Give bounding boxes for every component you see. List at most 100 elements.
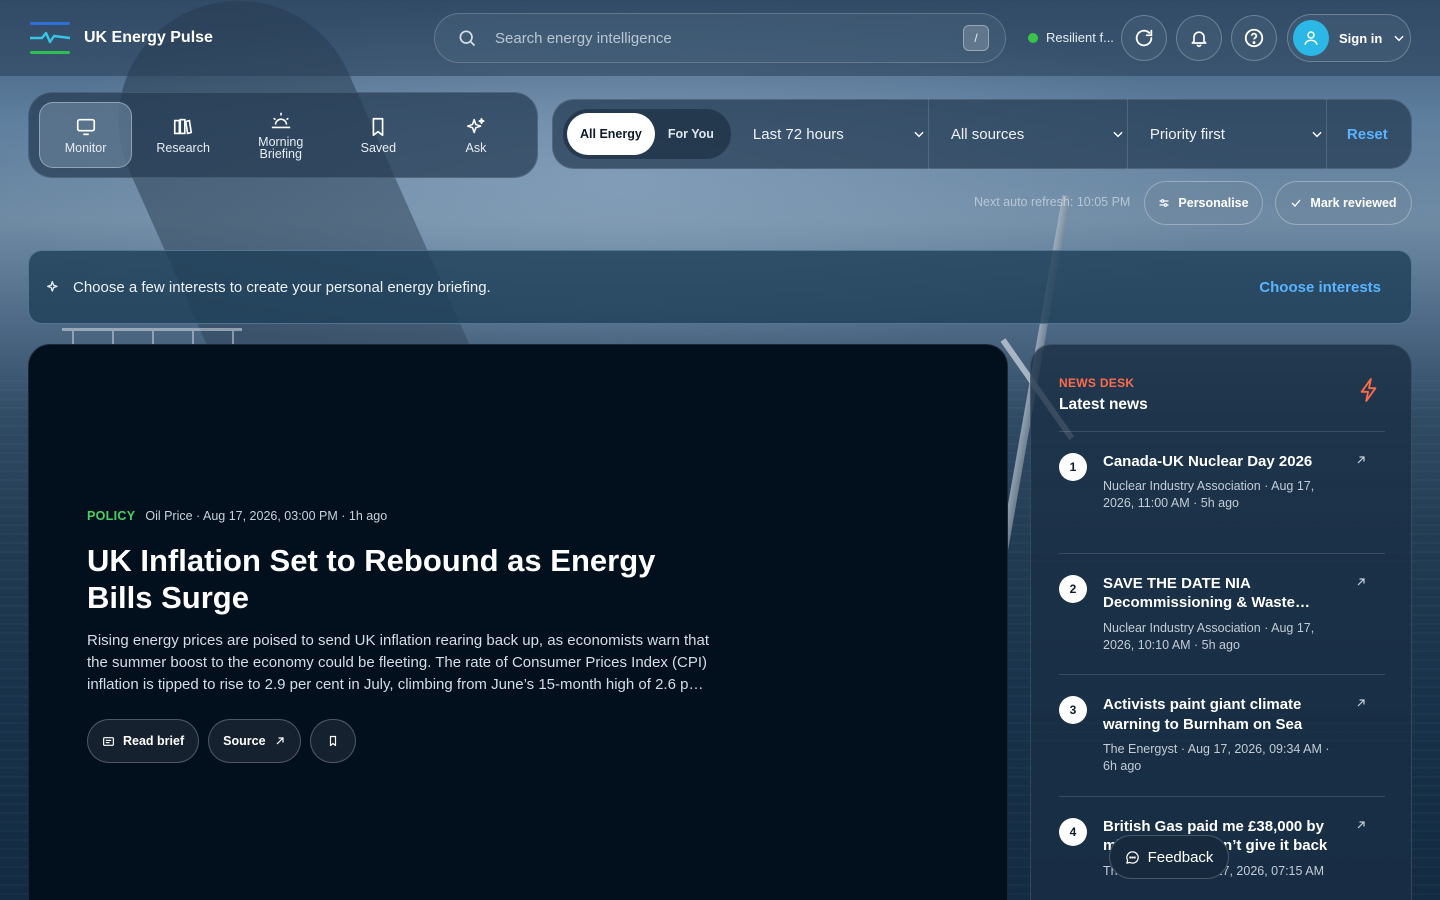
story-summary: Rising energy prices are poised to send … <box>87 632 709 693</box>
mode-research[interactable]: Research <box>137 102 230 168</box>
sign-in-button[interactable]: Sign in <box>1287 14 1411 62</box>
sign-in-label: Sign in <box>1339 30 1383 46</box>
refresh-button[interactable] <box>1121 15 1167 61</box>
sort-select[interactable]: Priority first <box>1128 99 1327 169</box>
bell-icon <box>1189 28 1209 48</box>
chevron-down-icon <box>912 127 926 141</box>
mode-label: Morning Briefing <box>258 134 304 161</box>
list-item[interactable]: 2 SAVE THE DATE NIA Decommissioning & Wa… <box>1059 552 1385 675</box>
story-title[interactable]: UK Inflation Set to Rebound as Energy Bi… <box>87 543 727 616</box>
search-bar[interactable]: / <box>434 13 1006 63</box>
item-number: 3 <box>1059 696 1087 724</box>
source-button[interactable]: Source <box>208 719 301 763</box>
item-meta: Nuclear Industry Association · Aug 17, 2… <box>1103 620 1315 652</box>
story-meta: POLICY Oil Price · Aug 17, 2026, 03:00 P… <box>87 509 387 523</box>
chevron-down-icon <box>1392 31 1406 45</box>
notifications-button[interactable] <box>1176 15 1222 61</box>
chevron-down-icon <box>1310 127 1324 141</box>
reset-filters-button[interactable]: Reset <box>1347 126 1388 143</box>
bookmark-icon <box>367 116 389 138</box>
item-number: 4 <box>1059 817 1087 846</box>
refresh-icon <box>1133 27 1155 49</box>
books-icon <box>172 116 194 138</box>
story-actions: Read brief Source <box>87 719 356 763</box>
search-icon <box>457 28 477 48</box>
personalise-label: Personalise <box>1178 196 1249 210</box>
item-title[interactable]: Canada-UK Nuclear Day 2026 <box>1103 452 1343 472</box>
sunrise-icon <box>269 110 293 132</box>
top-bar: UK Energy Pulse / Resilient f... Sign in <box>0 0 1440 76</box>
monitor-icon <box>75 116 97 138</box>
list-item[interactable]: 3 Activists paint giant climate warning … <box>1059 674 1385 796</box>
external-link-icon[interactable] <box>1355 454 1367 466</box>
bookmark-icon <box>327 735 339 747</box>
feedback-button[interactable]: Feedback <box>1109 835 1229 879</box>
feedback-label: Feedback <box>1147 848 1214 866</box>
news-desk-panel: NEWS DESK Latest news 1 Canada-UK Nuclea… <box>1030 344 1412 900</box>
mode-saved[interactable]: Saved <box>332 102 425 168</box>
bookmark-button[interactable] <box>309 719 356 763</box>
news-list: 1 Canada-UK Nuclear Day 2026 Nuclear Ind… <box>1059 431 1385 900</box>
category-tag: POLICY <box>87 509 136 523</box>
item-title[interactable]: SAVE THE DATE NIA Decommissioning & Wast… <box>1103 574 1343 613</box>
time-range-select[interactable]: Last 72 hours <box>731 99 929 169</box>
mode-label: Ask <box>465 140 487 155</box>
help-button[interactable] <box>1231 15 1277 61</box>
item-meta: Nuclear Industry Association · Aug 17, 2… <box>1103 479 1315 511</box>
tab-for-you[interactable]: For You <box>655 113 727 155</box>
sliders-icon <box>1158 197 1170 209</box>
help-icon <box>1243 27 1265 49</box>
choose-interests-link[interactable]: Choose interests <box>1259 279 1381 296</box>
external-link-icon[interactable] <box>1355 697 1367 709</box>
mode-label: Saved <box>360 140 397 155</box>
item-number: 2 <box>1059 574 1087 603</box>
banner-text: Choose a few interests to create your pe… <box>73 278 491 296</box>
item-title[interactable]: Activists paint giant climate warning to… <box>1103 695 1343 734</box>
system-status[interactable]: Resilient f... <box>1028 30 1114 45</box>
mark-reviewed-label: Mark reviewed <box>1310 196 1397 210</box>
external-link-icon[interactable] <box>1355 819 1367 831</box>
time-range-value: Last 72 hours <box>752 125 844 143</box>
item-meta: The Energyst · Aug 17, 2026, 09:34 AM · … <box>1103 742 1330 774</box>
auto-refresh-text: Next auto refresh: 10:05 PM <box>974 195 1131 209</box>
tab-all-energy[interactable]: All Energy <box>567 113 655 155</box>
chevron-down-icon <box>1111 127 1125 141</box>
desk-eyebrow: NEWS DESK <box>1059 376 1135 390</box>
sparkle-icon <box>45 279 61 295</box>
app-title: UK Energy Pulse <box>84 29 213 46</box>
item-number: 1 <box>1059 453 1087 481</box>
list-item[interactable]: 1 Canada-UK Nuclear Day 2026 Nuclear Ind… <box>1059 431 1385 553</box>
scope-toggle: All Energy For You <box>563 109 731 159</box>
interests-banner: Choose a few interests to create your pe… <box>28 250 1412 324</box>
read-brief-label: Read brief <box>123 734 185 748</box>
brand[interactable]: UK Energy Pulse <box>30 20 213 56</box>
external-link-icon[interactable] <box>1355 576 1367 588</box>
featured-story-card[interactable]: POLICY Oil Price · Aug 17, 2026, 03:00 P… <box>28 344 1008 900</box>
sparkle-icon <box>465 116 487 138</box>
story-source-time: Oil Price · Aug 17, 2026, 03:00 PM · 1h … <box>145 509 388 523</box>
mode-ask[interactable]: Ask <box>429 102 522 168</box>
mark-reviewed-button[interactable]: Mark reviewed <box>1275 181 1412 225</box>
mode-morning-briefing[interactable]: Morning Briefing <box>234 102 327 168</box>
mode-nav: Monitor Research Morning Briefing Saved … <box>28 92 538 178</box>
mode-monitor[interactable]: Monitor <box>39 102 133 168</box>
sort-value: Priority first <box>1149 125 1225 143</box>
read-brief-button[interactable]: Read brief <box>87 719 200 763</box>
personalise-button[interactable]: Personalise <box>1144 181 1263 225</box>
chat-bubble-icon <box>1125 850 1140 865</box>
external-link-icon <box>274 735 286 747</box>
search-shortcut-key: / <box>963 25 989 51</box>
sources-value: All sources <box>950 125 1025 143</box>
mode-label: Research <box>156 140 210 155</box>
user-icon <box>1293 20 1329 56</box>
mode-label: Monitor <box>64 140 107 155</box>
desk-title: Latest news <box>1059 396 1148 413</box>
document-icon <box>102 735 115 748</box>
check-icon <box>1290 197 1302 209</box>
source-label: Source <box>223 734 266 748</box>
status-dot-icon <box>1028 32 1038 43</box>
status-label: Resilient f... <box>1046 30 1114 45</box>
lightning-icon <box>1358 377 1380 403</box>
sources-select[interactable]: All sources <box>929 99 1128 169</box>
search-input[interactable] <box>495 14 963 62</box>
